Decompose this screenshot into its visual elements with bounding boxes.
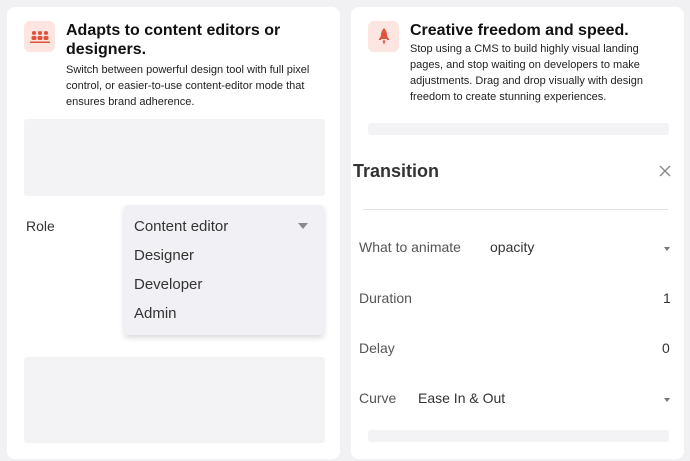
role-selected-value[interactable]: Content editor bbox=[134, 218, 228, 235]
panel-title-text: Transition bbox=[353, 161, 440, 181]
delay-label: Delay bbox=[359, 340, 395, 356]
what-to-animate-label: What to animate bbox=[359, 239, 461, 255]
duration-value[interactable]: 1 bbox=[663, 290, 671, 306]
panel-divider bbox=[363, 209, 668, 210]
close-icon[interactable] bbox=[658, 164, 672, 178]
role-option-admin[interactable]: Admin bbox=[134, 305, 177, 322]
team-icon bbox=[24, 21, 55, 52]
panel-bottom-edge bbox=[368, 430, 669, 442]
card-description: Switch between powerful design tool with… bbox=[66, 64, 310, 108]
feature-card-freedom: Creative freedom and speed. Stop using a… bbox=[351, 7, 684, 459]
chevron-down-icon[interactable] bbox=[298, 223, 308, 229]
preview-block-bottom bbox=[24, 357, 325, 443]
role-dropdown[interactable]: Content editor Designer Developer Admin bbox=[124, 205, 324, 335]
transition-panel: Transition What to animate opacity Durat… bbox=[351, 7, 684, 459]
chevron-down-icon[interactable] bbox=[664, 398, 670, 402]
card-title: Adapts to content editors or designers. bbox=[66, 22, 281, 58]
role-label: Role bbox=[26, 218, 55, 234]
what-to-animate-value[interactable]: opacity bbox=[490, 239, 534, 255]
role-option-designer[interactable]: Designer bbox=[134, 247, 194, 264]
panel-title: Transition bbox=[353, 161, 439, 182]
curve-label: Curve bbox=[359, 390, 397, 406]
feature-card-editors: Adapts to content editors or designers. … bbox=[7, 7, 340, 459]
chevron-down-icon[interactable] bbox=[664, 247, 670, 251]
duration-label: Duration bbox=[359, 290, 412, 306]
curve-value[interactable]: Ease In & Out bbox=[418, 390, 505, 406]
preview-block-top bbox=[24, 119, 325, 196]
delay-value[interactable]: 0 bbox=[662, 340, 670, 356]
role-option-developer[interactable]: Developer bbox=[134, 276, 202, 293]
